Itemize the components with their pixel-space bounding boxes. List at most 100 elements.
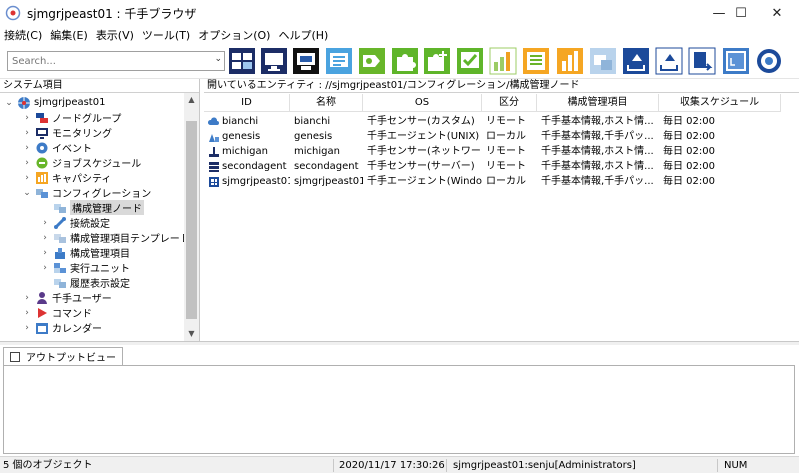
- menu-edit[interactable]: 編集(E): [50, 27, 88, 43]
- event-monitor-icon[interactable]: [358, 47, 386, 75]
- tree-item-calendar[interactable]: › カレンダー: [22, 320, 102, 335]
- collapse-arrow-icon[interactable]: ›: [22, 158, 32, 168]
- tree-item-template[interactable]: › 構成管理項目テンプレート: [40, 230, 184, 246]
- menu-bar: 接続(C) 編集(E) 表示(V) ツール(T) オプション(O) ヘルプ(H): [0, 26, 799, 43]
- collapse-arrow-icon[interactable]: ›: [22, 323, 32, 333]
- cell-config-items: 千手基本情報,ホスト情...: [541, 161, 654, 172]
- table-header: ID 名称 OS 区分 構成管理項目 収集スケジュール: [204, 94, 781, 112]
- cell-id: michigan: [222, 146, 268, 157]
- tree-item-configuration[interactable]: ⌄ コンフィグレーション: [22, 185, 152, 201]
- job-schedule-icon: [36, 157, 48, 168]
- tree-label: 接続設定: [70, 219, 110, 230]
- cloud-icon: [208, 116, 219, 125]
- puzzle-add-icon[interactable]: [423, 47, 451, 75]
- tree-item-command[interactable]: › コマンド: [22, 305, 92, 320]
- tree-label: キャパシティ: [52, 174, 112, 185]
- log-icon[interactable]: [722, 47, 750, 75]
- tree-label: 履歴表示設定: [70, 279, 130, 290]
- scroll-thumb[interactable]: [186, 121, 197, 319]
- collapse-arrow-icon[interactable]: ›: [22, 128, 32, 138]
- tree-item-root[interactable]: ⌄ sjmgrjpeast01: [4, 95, 105, 110]
- collapse-arrow-icon[interactable]: ›: [22, 173, 32, 183]
- collapse-arrow-icon[interactable]: ›: [40, 263, 50, 273]
- table-row[interactable]: bianchi bianchi 千手センサー(カスタム) リモート 千手基本情報…: [204, 114, 781, 129]
- search-input[interactable]: [8, 52, 208, 70]
- tree-label: コンフィグレーション: [52, 189, 152, 200]
- tree-item-node-group[interactable]: › ノードグループ: [22, 110, 121, 125]
- capacity-chart-icon[interactable]: [556, 47, 584, 75]
- scroll-up-icon[interactable]: ▲: [184, 93, 199, 107]
- event-icon: [36, 142, 48, 153]
- tree-scrollbar[interactable]: ▲ ▼: [184, 93, 199, 341]
- cell-config-items: 千手基本情報,千手パッ...: [541, 131, 654, 142]
- cell-name: sjmgrjpeast01: [294, 176, 363, 187]
- schedule-icon[interactable]: [755, 47, 783, 75]
- globe-icon: [18, 96, 30, 109]
- scroll-down-icon[interactable]: ▼: [184, 327, 199, 341]
- node-group-view-icon[interactable]: [228, 47, 256, 75]
- menu-options[interactable]: オプション(O): [198, 27, 270, 43]
- entity-path: 開いているエンティティ : //sjmgrjpeast01/コンフィグレーション…: [204, 79, 799, 93]
- tree-item-config-item[interactable]: › 構成管理項目: [40, 245, 130, 260]
- tree-label: 千手ユーザー: [52, 294, 112, 305]
- export-file-icon[interactable]: [688, 47, 716, 75]
- menu-connect[interactable]: 接続(C): [4, 27, 42, 43]
- table-row[interactable]: secondagent secondagent 千手センサー(サーバー) リモー…: [204, 159, 781, 174]
- monitor-view-icon[interactable]: [260, 47, 288, 75]
- collapse-arrow-icon[interactable]: ›: [40, 233, 50, 243]
- expand-arrow-icon[interactable]: ⌄: [4, 98, 14, 108]
- tree-item-capacity[interactable]: › キャパシティ: [22, 170, 111, 185]
- tree-item-job-schedule[interactable]: › ジョブスケジュール: [22, 155, 141, 170]
- close-button[interactable]: ✕: [755, 0, 799, 26]
- tree-item-exec-unit[interactable]: › 実行ユニット: [40, 260, 130, 275]
- output-tab-label: アウトプットビュー: [26, 353, 116, 364]
- report-icon[interactable]: [522, 47, 550, 75]
- cell-id: genesis: [222, 131, 261, 142]
- column-header-config-items[interactable]: 構成管理項目: [537, 94, 659, 111]
- menu-tools[interactable]: ツール(T): [142, 27, 190, 43]
- collapse-arrow-icon[interactable]: ›: [40, 218, 50, 228]
- table-row[interactable]: michigan michigan 千手センサー(ネットワーク) リモート 千手…: [204, 144, 781, 159]
- tree-item-connection[interactable]: › 接続設定: [40, 215, 110, 230]
- menu-help[interactable]: ヘルプ(H): [278, 27, 328, 43]
- tree-item-event[interactable]: › イベント: [22, 140, 92, 155]
- tree-item-history[interactable]: 履歴表示設定: [53, 275, 130, 290]
- config-icon[interactable]: [589, 47, 617, 75]
- column-header-name[interactable]: 名称: [290, 94, 363, 111]
- expand-arrow-icon[interactable]: ⌄: [22, 188, 32, 198]
- menu-view[interactable]: 表示(V): [96, 27, 134, 43]
- cell-config-items: 千手基本情報,千手パッ...: [541, 176, 654, 187]
- table-row[interactable]: genesis genesis 千手エージェント(UNIX) ローカル 千手基本…: [204, 129, 781, 144]
- system-tree-pane: システム項目 ⌄ sjmgrjpeast01 › ノードグループ › モニタリン…: [0, 79, 200, 341]
- tree-item-user[interactable]: › 千手ユーザー: [22, 290, 112, 305]
- table-row[interactable]: sjmgrjpeast01 sjmgrjpeast01 千手エージェント(Win…: [204, 174, 781, 189]
- cell-name: bianchi: [294, 116, 331, 127]
- bar-chart-icon[interactable]: [489, 47, 517, 75]
- export-icon[interactable]: [622, 47, 650, 75]
- output-tab[interactable]: アウトプットビュー: [3, 347, 123, 365]
- collapse-arrow-icon[interactable]: ›: [22, 113, 32, 123]
- windows-agent-icon: [209, 176, 219, 187]
- column-header-os[interactable]: OS: [363, 94, 482, 111]
- puzzle-icon[interactable]: [391, 47, 419, 75]
- tree-item-config-node[interactable]: 構成管理ノード: [53, 200, 144, 215]
- search-box[interactable]: ⌄: [7, 51, 225, 71]
- tree-item-monitoring[interactable]: › モニタリング: [22, 125, 112, 140]
- command-icon: [38, 307, 47, 318]
- chevron-down-icon[interactable]: ⌄: [214, 54, 222, 64]
- network-sensor-icon: [209, 146, 219, 157]
- config-item-icon: [55, 247, 65, 259]
- column-header-kubun[interactable]: 区分: [482, 94, 537, 111]
- cell-name: genesis: [294, 131, 333, 142]
- status-num: NUM: [724, 460, 748, 471]
- collapse-arrow-icon[interactable]: ›: [22, 143, 32, 153]
- collapse-arrow-icon[interactable]: ›: [22, 308, 32, 318]
- check-icon[interactable]: [456, 47, 484, 75]
- column-header-schedule[interactable]: 収集スケジュール: [659, 94, 781, 111]
- terminal-icon[interactable]: [292, 47, 320, 75]
- message-icon[interactable]: [325, 47, 353, 75]
- collapse-arrow-icon[interactable]: ›: [40, 248, 50, 258]
- export-all-icon[interactable]: [655, 47, 683, 75]
- collapse-arrow-icon[interactable]: ›: [22, 293, 32, 303]
- column-header-id[interactable]: ID: [204, 94, 290, 111]
